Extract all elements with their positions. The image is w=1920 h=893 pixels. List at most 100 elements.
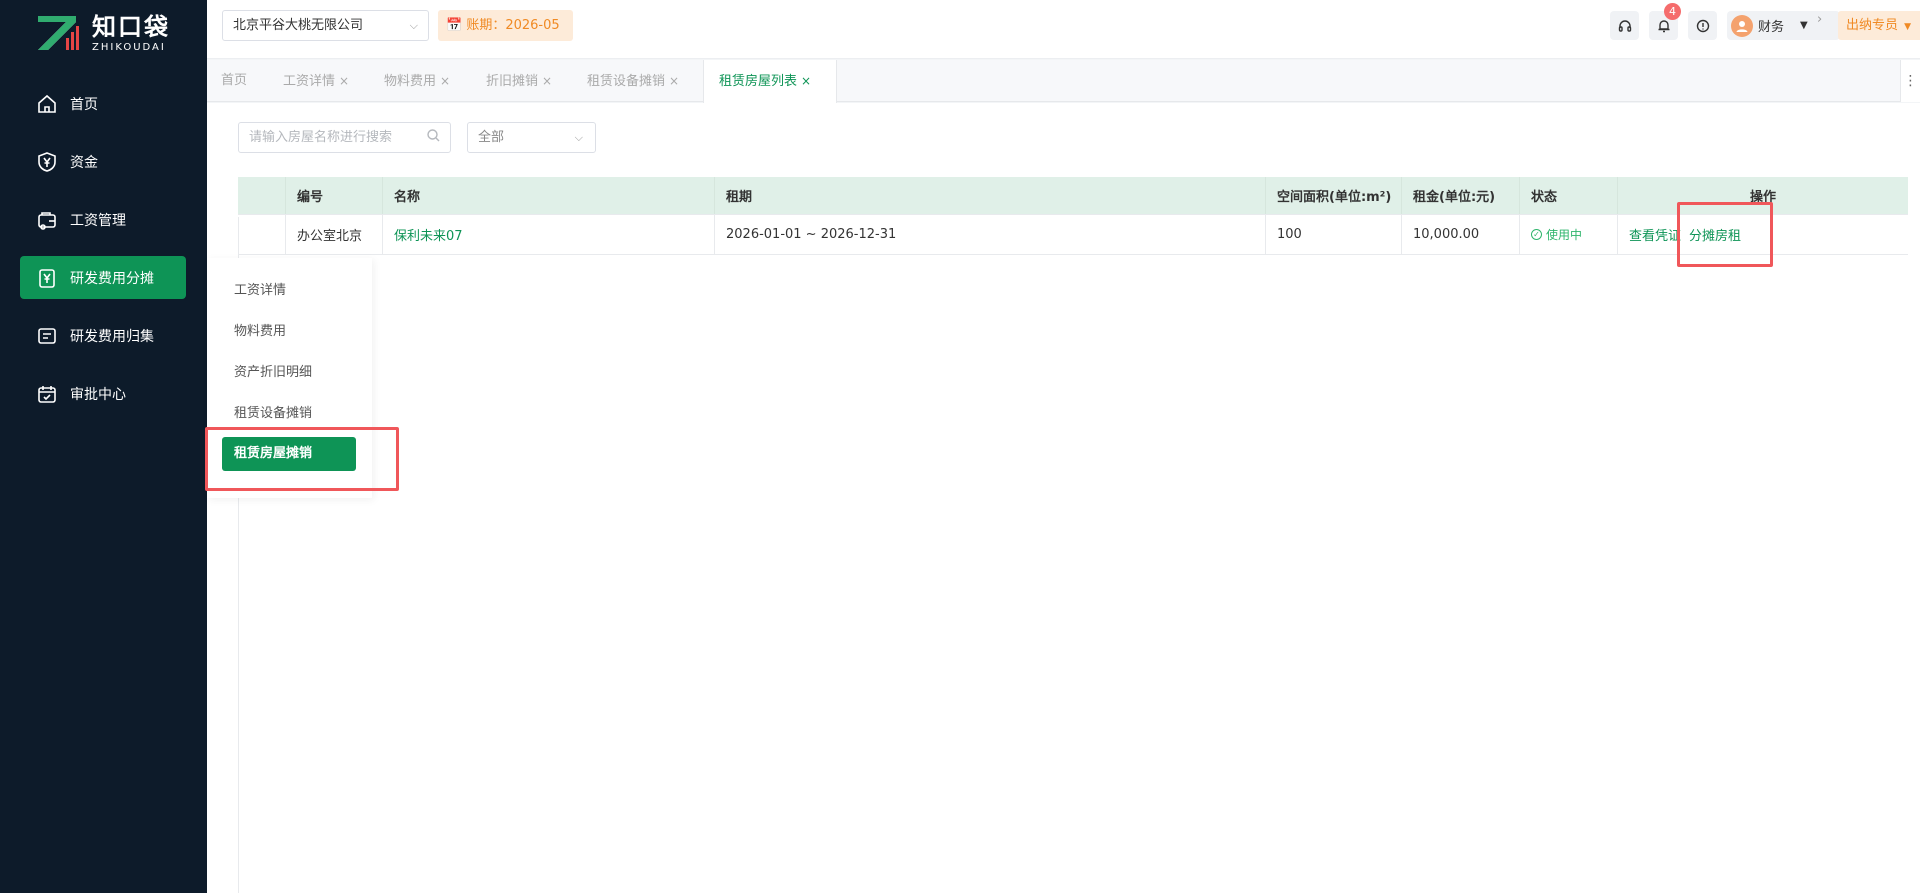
column-header-actions: 操作 bbox=[1749, 190, 1776, 205]
tab-leased-house-list[interactable]: 租赁房屋列表 × bbox=[703, 60, 837, 103]
headset-button[interactable] bbox=[1610, 11, 1639, 40]
chevron-right-icon: › bbox=[1817, 12, 1823, 27]
yen-doc-icon bbox=[36, 267, 58, 289]
sidebar-item-home[interactable]: 首页 bbox=[20, 82, 186, 125]
status-filter-value: 全部 bbox=[478, 130, 505, 145]
column-header-area: 空间面积(单位:m²) bbox=[1266, 177, 1402, 214]
sidebar-item-label: 资金 bbox=[70, 154, 98, 171]
tab-payroll-detail[interactable]: 工资详情 × bbox=[273, 60, 359, 102]
notification-badge: 4 bbox=[1664, 3, 1681, 20]
period-badge[interactable]: 📅 账期：2026-05 bbox=[438, 10, 573, 41]
logo-mark-icon bbox=[36, 14, 84, 54]
role-label: 出纳专员 bbox=[1846, 18, 1899, 33]
yen-shield-icon bbox=[36, 151, 58, 173]
tab-label: 首页 bbox=[221, 73, 248, 88]
tab-label: 工资详情 bbox=[283, 74, 336, 89]
tab-material-cost[interactable]: 物料费用 × bbox=[374, 60, 460, 102]
close-icon[interactable]: × bbox=[339, 74, 349, 88]
row-select-cell bbox=[238, 215, 286, 254]
column-header-name: 名称 bbox=[383, 177, 715, 214]
wallet-icon bbox=[36, 209, 58, 231]
calendar-icon: 📅 bbox=[446, 18, 463, 33]
caret-down-icon: ▼ bbox=[1800, 20, 1808, 31]
search-icon[interactable] bbox=[427, 129, 440, 146]
sidebar-item-rd-allocation[interactable]: 研发费用分摊 bbox=[20, 256, 186, 299]
sidebar-item-label: 首页 bbox=[70, 96, 98, 113]
submenu-item-leased-house[interactable]: 租赁房屋摊销 bbox=[222, 437, 356, 471]
bell-icon bbox=[1658, 19, 1669, 32]
cell-rent: 10,000.00 bbox=[1402, 215, 1520, 254]
table-header-row: 编号 名称 租期 空间面积(单位:m²) 租金(单位:元) 状态 操作 bbox=[238, 177, 1908, 215]
user-menu[interactable]: 财务 ▼ bbox=[1727, 11, 1840, 40]
tab-bar: 首页 工资详情 × 物料费用 × 折旧摊销 × 租赁设备摊销 × 租赁房屋列表 × ⋮ bbox=[207, 60, 1920, 103]
chevron-down-icon: ⌵ bbox=[574, 131, 583, 144]
submenu-item-asset-depreciation[interactable]: 资产折旧明细 bbox=[222, 356, 356, 390]
status-text: 使用中 bbox=[1546, 228, 1583, 242]
tab-label: 折旧摊销 bbox=[486, 74, 539, 89]
tab-depreciation[interactable]: 折旧摊销 × bbox=[476, 60, 562, 102]
list-doc-icon bbox=[36, 325, 58, 347]
submenu-item-leased-equipment[interactable]: 租赁设备摊销 bbox=[222, 397, 356, 431]
sidebar-item-label: 审批中心 bbox=[70, 386, 126, 403]
info-button[interactable] bbox=[1688, 11, 1717, 40]
cell-area: 100 bbox=[1266, 215, 1402, 254]
tab-label: 租赁房屋列表 bbox=[719, 74, 798, 89]
sidebar-item-label: 工资管理 bbox=[70, 212, 126, 229]
company-select[interactable]: 北京平谷大桃无限公司 ⌵ bbox=[222, 10, 429, 41]
logo-subtitle: ZHIKOUDAI bbox=[92, 42, 166, 53]
sidebar-item-label: 研发费用归集 bbox=[70, 328, 154, 345]
view-voucher-link[interactable]: 查看凭证 bbox=[1629, 225, 1681, 244]
calendar-check-icon bbox=[36, 383, 58, 405]
tab-home[interactable]: 首页 bbox=[211, 60, 257, 102]
house-name-link[interactable]: 保利未来07 bbox=[394, 225, 463, 244]
house-table: 编号 名称 租期 空间面积(单位:m²) 租金(单位:元) 状态 操作 办公室北… bbox=[238, 177, 1908, 255]
check-circle-icon: ✓ bbox=[1531, 229, 1542, 240]
submenu-item-material-cost[interactable]: 物料费用 bbox=[222, 315, 356, 349]
sidebar-nav: 首页 资金 工资管理 研发费用分摊 研发费用归集 审批中心 bbox=[20, 82, 186, 430]
home-icon bbox=[36, 93, 58, 115]
cell-code: 办公室北京 bbox=[286, 215, 383, 254]
column-header-code: 编号 bbox=[286, 177, 383, 214]
sidebar-item-payroll[interactable]: 工资管理 bbox=[20, 198, 186, 241]
logo-title: 知口袋 bbox=[92, 13, 170, 41]
headset-icon bbox=[1618, 19, 1631, 32]
tab-menu-button[interactable]: ⋮ bbox=[1900, 60, 1920, 102]
tab-label: 物料费用 bbox=[384, 74, 437, 89]
close-icon[interactable]: × bbox=[542, 74, 552, 88]
close-icon[interactable]: × bbox=[440, 74, 450, 88]
close-icon[interactable]: × bbox=[801, 74, 811, 88]
user-name: 财务 bbox=[1758, 20, 1785, 35]
submenu-item-payroll-detail[interactable]: 工资详情 bbox=[222, 274, 356, 308]
column-header-rent: 租金(单位:元) bbox=[1402, 177, 1520, 214]
chevron-down-icon: ⌵ bbox=[409, 19, 418, 32]
avatar bbox=[1731, 14, 1753, 37]
logo[interactable]: 知口袋 ZHIKOUDAI bbox=[36, 14, 170, 54]
sidebar-item-funds[interactable]: 资金 bbox=[20, 140, 186, 183]
status-badge: ✓ 使用中 bbox=[1531, 226, 1582, 243]
period-label: 账期：2026-05 bbox=[466, 18, 560, 33]
cell-period: 2026-01-01 ~ 2026-12-31 bbox=[715, 215, 1266, 254]
tab-leased-equipment[interactable]: 租赁设备摊销 × bbox=[577, 60, 689, 102]
tab-label: 租赁设备摊销 bbox=[587, 74, 666, 89]
role-select[interactable]: 出纳专员 ▼ bbox=[1838, 11, 1920, 40]
table-row: 办公室北京 保利未来07 2026-01-01 ~ 2026-12-31 100… bbox=[238, 215, 1908, 255]
column-header-period: 租期 bbox=[715, 177, 1266, 214]
column-header-status: 状态 bbox=[1520, 177, 1618, 214]
column-header bbox=[238, 177, 286, 214]
search-input[interactable] bbox=[238, 122, 451, 153]
sidebar-item-label: 研发费用分摊 bbox=[70, 270, 154, 287]
top-header: 北京平谷大桃无限公司 ⌵ 📅 账期：2026-05 4 财务 ▼ › 出纳专员 … bbox=[207, 0, 1920, 59]
sidebar-item-rd-collection[interactable]: 研发费用归集 bbox=[20, 314, 186, 357]
status-filter-select[interactable]: 全部 ⌵ bbox=[467, 122, 596, 153]
caret-down-icon: ▼ bbox=[1904, 22, 1912, 32]
alert-circle-icon bbox=[1696, 19, 1709, 32]
grid-icon: ⋮ bbox=[1903, 73, 1918, 89]
main-content: 全部 ⌵ 编号 名称 租期 空间面积(单位:m²) 租金(单位:元) 状态 操作… bbox=[207, 103, 1920, 893]
sidebar: 知口袋 ZHIKOUDAI 首页 资金 工资管理 研发费用分摊 研发费用归集 审… bbox=[0, 0, 207, 893]
close-icon[interactable]: × bbox=[669, 74, 679, 88]
allocate-rent-link[interactable]: 分摊房租 bbox=[1689, 225, 1741, 244]
sidebar-item-approval[interactable]: 审批中心 bbox=[20, 372, 186, 415]
user-icon bbox=[1736, 20, 1748, 32]
notification-button[interactable]: 4 bbox=[1649, 3, 1681, 40]
company-name: 北京平谷大桃无限公司 bbox=[233, 18, 364, 33]
